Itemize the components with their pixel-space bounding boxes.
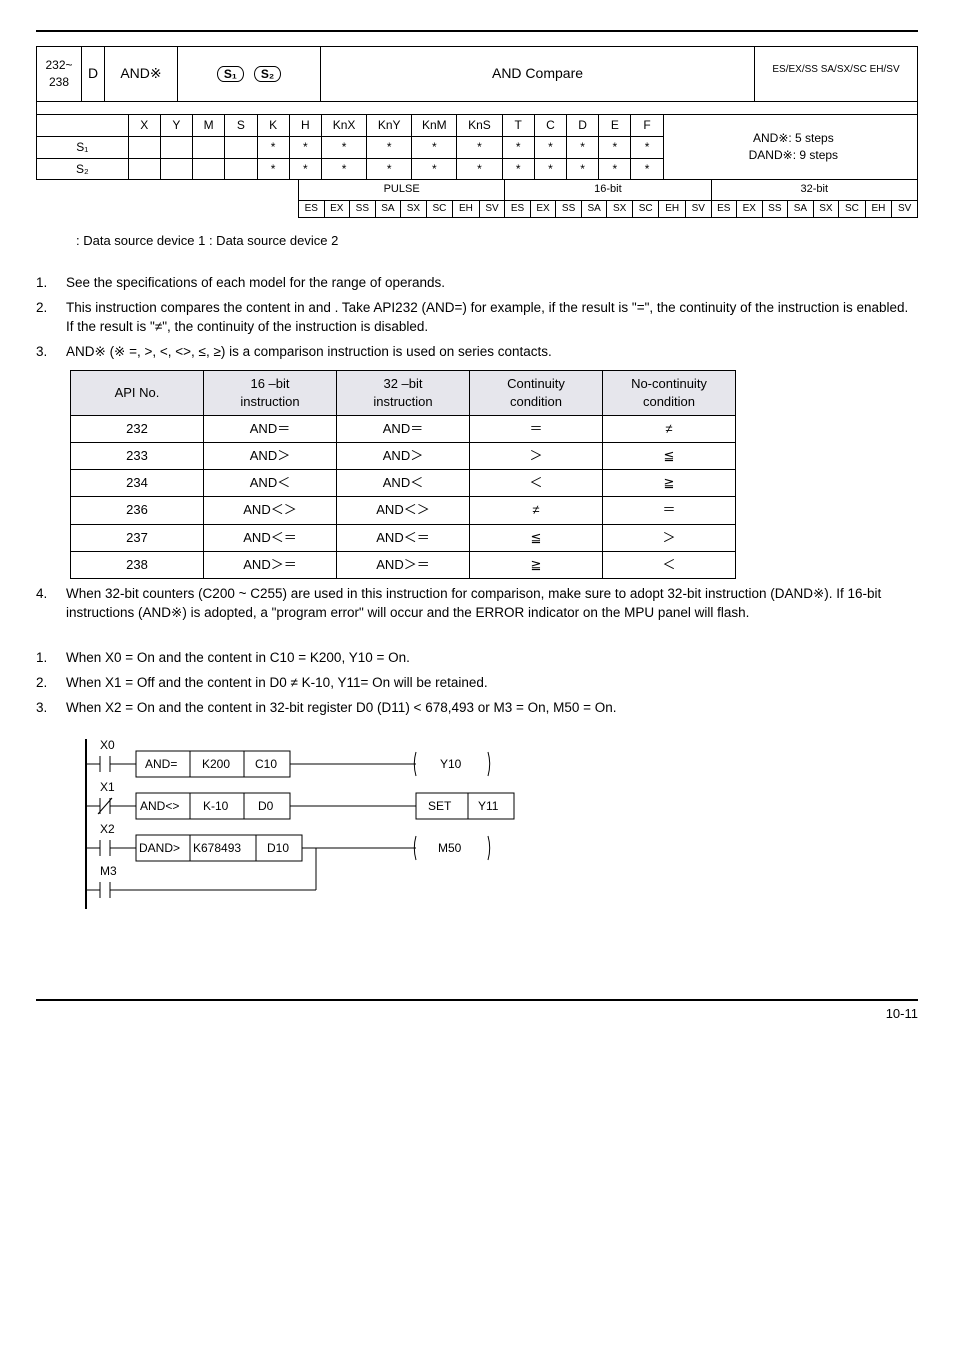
svg-text:D0: D0: [258, 799, 274, 813]
page-number: 10-11: [36, 999, 918, 1023]
operands-cell: S₁ S₂: [178, 47, 321, 102]
explain-item-4: 4.When 32-bit counters (C200 ~ C255) are…: [36, 585, 918, 623]
svg-text:X1: X1: [100, 780, 115, 794]
controllers-cell: ES/EX/SS SA/SX/SC EH/SV: [755, 47, 918, 94]
table-row: 237AND＜＝AND＜＝≦＞: [71, 524, 736, 551]
program-item-2: 2.When X1 = Off and the content in D0 ≠ …: [36, 674, 918, 693]
svg-text:DAND>: DAND>: [139, 841, 180, 855]
svg-text:Y10: Y10: [440, 757, 462, 771]
table-row: 236AND＜＞AND＜＞≠＝: [71, 497, 736, 524]
svg-text:K200: K200: [202, 757, 230, 771]
api-range: 232~ 238: [37, 47, 82, 102]
svg-text:M3: M3: [100, 864, 117, 878]
svg-text:K-10: K-10: [203, 799, 229, 813]
svg-text:D10: D10: [267, 841, 289, 855]
steps-cell: AND※: 5 steps DAND※: 9 steps: [663, 115, 917, 180]
instruction-header-table: 232~ 238 D AND※ S₁ S₂ AND Compare ES/EX/…: [36, 46, 918, 102]
svg-text:SET: SET: [428, 799, 452, 813]
table-row: 234AND＜AND＜＜≧: [71, 470, 736, 497]
controller-strip: ESEXSSSASXSCEHSV ESEXSSSASXSCEHSV ESEXSS…: [299, 200, 918, 217]
ladder-diagram: X0 AND= K200 C10 Y10 X1 AND<> K-10 D0 SE…: [76, 729, 918, 919]
function-cell: AND Compare: [321, 47, 755, 102]
svg-text:M50: M50: [438, 841, 462, 855]
d-flag: D: [82, 47, 105, 102]
svg-text:X2: X2: [100, 822, 115, 836]
top-rule: [36, 30, 918, 32]
bit-support-table: PULSE 16-bit 32-bit ESEXSSSASXSCEHSV ESE…: [298, 179, 918, 217]
mnemonic: AND※: [105, 47, 178, 102]
explain-item-2: 2.This instruction compares the content …: [36, 299, 918, 337]
svg-text:AND<>: AND<>: [140, 799, 179, 813]
svg-text:C10: C10: [255, 757, 277, 771]
svg-text:K678493: K678493: [193, 841, 241, 855]
legend-row: : Data source device 1 : Data source dev…: [76, 232, 918, 250]
table-row: 233AND＞AND＞＞≦: [71, 443, 736, 470]
table-row: 238AND＞＝AND＞＝≧＜: [71, 551, 736, 578]
svg-text:AND=: AND=: [145, 757, 177, 771]
operand-type-table: X Y M S K H KnX KnY KnM KnS T C D E F AN…: [36, 101, 918, 180]
svg-text:Y11: Y11: [478, 799, 499, 813]
explain-item-3: 3.AND※ (※ =, >, <, <>, ≤, ≥) is a compar…: [36, 343, 918, 362]
operand-s2: S₂: [254, 66, 281, 82]
svg-text:X0: X0: [100, 738, 115, 752]
operand-s1: S₁: [217, 66, 244, 82]
comparison-table: API No. 16 –bit instruction 32 –bit inst…: [70, 370, 736, 580]
explain-item-1: 1.See the specifications of each model f…: [36, 274, 918, 293]
program-item-1: 1.When X0 = On and the content in C10 = …: [36, 649, 918, 668]
table-row: 232AND＝AND＝＝≠: [71, 415, 736, 442]
program-item-3: 3.When X2 = On and the content in 32-bit…: [36, 699, 918, 718]
